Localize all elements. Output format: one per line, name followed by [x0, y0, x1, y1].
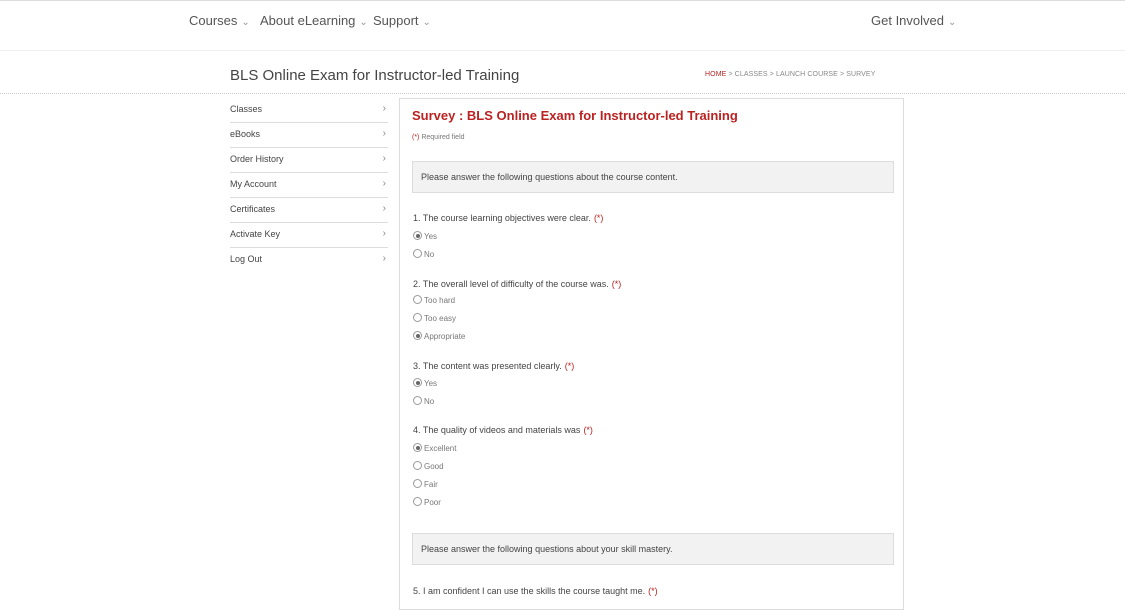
- chevron-right-icon: ›: [382, 153, 386, 164]
- option-label: Poor: [424, 498, 441, 507]
- sidebar-item-label: Classes: [230, 104, 263, 114]
- section-header-skill-mastery: Please answer the following questions ab…: [412, 533, 894, 565]
- option-label: No: [424, 250, 435, 259]
- radio-unchecked-icon[interactable]: [413, 249, 422, 259]
- sidebar-item-classes[interactable]: Classes ›: [230, 98, 388, 123]
- radio-checked-icon[interactable]: [413, 231, 422, 241]
- question-text: 5. I am confident I can use the skills t…: [413, 586, 646, 596]
- chevron-right-icon: ›: [382, 178, 386, 189]
- chevron-right-icon: ›: [382, 253, 386, 264]
- nav-get-involved[interactable]: Get Involved ⌄: [871, 13, 956, 28]
- sidebar-item-log-out[interactable]: Log Out ›: [230, 248, 388, 272]
- breadcrumb-home[interactable]: HOME: [705, 71, 726, 78]
- sidebar-item-certificates[interactable]: Certificates ›: [230, 198, 388, 223]
- chevron-right-icon: ›: [382, 103, 386, 114]
- nav-about-elearning[interactable]: About eLearning ⌄: [260, 13, 368, 28]
- option-label: Yes: [424, 232, 438, 241]
- required-star: (*): [593, 213, 604, 223]
- q3-option-yes[interactable]: Yes: [413, 378, 438, 388]
- radio-unchecked-icon[interactable]: [413, 313, 422, 323]
- nav-divider: [0, 50, 1125, 51]
- option-label: Fair: [424, 480, 438, 489]
- radio-checked-icon[interactable]: [413, 378, 422, 388]
- required-star: (*): [564, 361, 575, 371]
- breadcrumb: HOME > CLASSES > LAUNCH COURSE > SURVEY: [705, 71, 875, 78]
- required-star: (*): [583, 425, 593, 435]
- question-text: 2. The overall level of difficulty of th…: [413, 279, 609, 289]
- question-1: 1. The course learning objectives were c…: [413, 213, 603, 223]
- nav-support[interactable]: Support ⌄: [373, 13, 431, 28]
- question-4: 4. The quality of videos and materials w…: [413, 425, 593, 435]
- q1-option-no[interactable]: No: [413, 249, 435, 259]
- survey-title: Survey : BLS Online Exam for Instructor-…: [412, 108, 738, 123]
- q2-option-appropriate[interactable]: Appropriate: [413, 331, 466, 341]
- sidebar-item-my-account[interactable]: My Account ›: [230, 173, 388, 198]
- radio-unchecked-icon[interactable]: [413, 479, 422, 489]
- chevron-down-icon: ⌄: [948, 17, 957, 28]
- sidebar: Classes › eBooks › Order History › My Accou…: [230, 98, 388, 272]
- sidebar-item-order-history[interactable]: Order History ›: [230, 148, 388, 173]
- chevron-right-icon: ›: [382, 228, 386, 239]
- q4-option-poor[interactable]: Poor: [413, 497, 441, 507]
- chevron-down-icon: ⌄: [422, 17, 431, 28]
- radio-unchecked-icon[interactable]: [413, 295, 422, 305]
- required-star: (*): [611, 279, 622, 289]
- question-3: 3. The content was presented clearly. (*): [413, 361, 574, 371]
- radio-unchecked-icon[interactable]: [413, 396, 422, 406]
- chevron-right-icon: ›: [382, 203, 386, 214]
- chevron-down-icon: ⌄: [241, 17, 250, 28]
- radio-checked-icon[interactable]: [413, 443, 422, 453]
- sidebar-item-label: Activate Key: [230, 229, 281, 239]
- sidebar-item-activate-key[interactable]: Activate Key ›: [230, 223, 388, 248]
- radio-unchecked-icon[interactable]: [413, 497, 422, 507]
- sidebar-item-ebooks[interactable]: eBooks ›: [230, 123, 388, 148]
- sidebar-item-label: Certificates: [230, 204, 276, 214]
- nav-courses-label: Courses: [189, 13, 238, 28]
- option-label: Good: [424, 462, 444, 471]
- chevron-right-icon: ›: [382, 128, 386, 139]
- nav-support-label: Support: [373, 13, 419, 28]
- title-divider: [0, 93, 1125, 94]
- option-label: Excellent: [424, 444, 457, 453]
- q4-option-excellent[interactable]: Excellent: [413, 443, 457, 453]
- section-header-text: Please answer the following questions ab…: [421, 172, 678, 182]
- q1-option-yes[interactable]: Yes: [413, 231, 438, 241]
- question-text: 1. The course learning objectives were c…: [413, 213, 591, 223]
- q4-option-fair[interactable]: Fair: [413, 479, 438, 489]
- q3-option-no[interactable]: No: [413, 396, 435, 406]
- required-text: Required field: [419, 134, 465, 141]
- survey-panel: Survey : BLS Online Exam for Instructor-…: [399, 98, 904, 610]
- q4-option-good[interactable]: Good: [413, 461, 444, 471]
- sidebar-item-label: My Account: [230, 179, 277, 189]
- radio-unchecked-icon[interactable]: [413, 461, 422, 471]
- nav-courses[interactable]: Courses ⌄: [189, 13, 250, 28]
- top-navigation: Courses ⌄ About eLearning ⌄ Support ⌄ Get I…: [0, 0, 1125, 39]
- page-title: BLS Online Exam for Instructor-led Train…: [230, 67, 520, 84]
- question-2: 2. The overall level of difficulty of th…: [413, 279, 621, 289]
- question-text: 3. The content was presented clearly.: [413, 361, 562, 371]
- option-label: Appropriate: [424, 332, 466, 341]
- option-label: Too hard: [424, 296, 456, 305]
- nav-get-involved-label: Get Involved: [871, 13, 944, 28]
- nav-about-label: About eLearning: [260, 13, 356, 28]
- option-label: Too easy: [424, 314, 457, 323]
- question-text: 4. The quality of videos and materials w…: [413, 425, 581, 435]
- radio-checked-icon[interactable]: [413, 331, 422, 341]
- option-label: Yes: [424, 379, 438, 388]
- chevron-down-icon: ⌄: [359, 17, 368, 28]
- sidebar-item-label: eBooks: [230, 129, 261, 139]
- sidebar-item-label: Order History: [230, 154, 284, 164]
- question-5: 5. I am confident I can use the skills t…: [413, 586, 658, 596]
- sidebar-item-label: Log Out: [230, 254, 263, 264]
- section-header-content: Please answer the following questions ab…: [412, 161, 894, 193]
- required-field-note: (*) Required field: [412, 134, 465, 141]
- q2-option-too-easy[interactable]: Too easy: [413, 313, 457, 323]
- option-label: No: [424, 397, 435, 406]
- breadcrumb-path: > CLASSES > LAUNCH COURSE > SURVEY: [726, 71, 876, 78]
- section-header-text: Please answer the following questions ab…: [421, 544, 673, 554]
- required-star: (*): [648, 586, 658, 596]
- q2-option-too-hard[interactable]: Too hard: [413, 295, 456, 305]
